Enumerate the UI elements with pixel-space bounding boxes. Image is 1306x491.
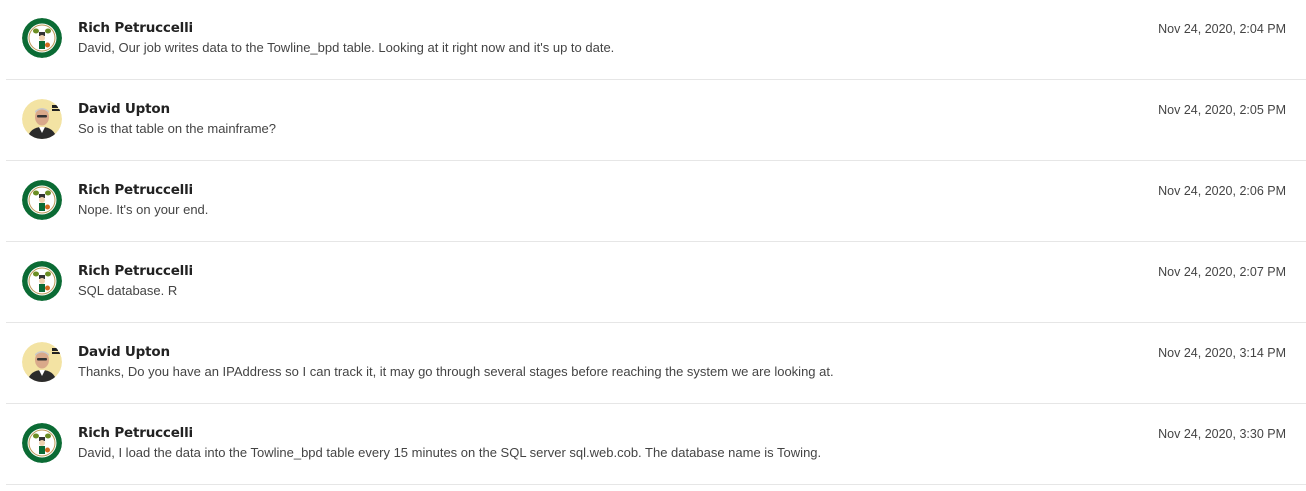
- sender-name[interactable]: David Upton: [78, 101, 170, 117]
- message-thread: Rich Petruccelli David, Our job writes d…: [0, 0, 1306, 491]
- message-text: David, Our job writes data to the Towlin…: [78, 40, 615, 55]
- message-text: David, I load the data into the Towline_…: [78, 445, 822, 460]
- sender-name[interactable]: Rich Petruccelli: [78, 20, 193, 36]
- sender-name[interactable]: Rich Petruccelli: [78, 425, 193, 441]
- sender-name[interactable]: David Upton: [78, 344, 170, 360]
- message-timestamp: Nov 24, 2020, 2:05 PM: [1158, 103, 1286, 117]
- celtics-logo-icon[interactable]: [22, 18, 62, 58]
- celtics-logo-icon[interactable]: [22, 261, 62, 301]
- message-text: Thanks, Do you have an IPAddress so I ca…: [78, 364, 834, 379]
- message-text: So is that table on the mainframe?: [78, 121, 277, 136]
- sender-name[interactable]: Rich Petruccelli: [78, 263, 193, 279]
- message-item: Rich Petruccelli Nope. It's on your end.…: [6, 162, 1306, 242]
- message-timestamp: Nov 24, 2020, 3:30 PM: [1158, 427, 1286, 441]
- message-item: Rich Petruccelli David, I load the data …: [6, 405, 1306, 485]
- message-text: Nope. It's on your end.: [78, 202, 209, 217]
- celtics-logo-icon[interactable]: [22, 180, 62, 220]
- message-item: David Upton Thanks, Do you have an IPAdd…: [6, 324, 1306, 404]
- message-timestamp: Nov 24, 2020, 3:14 PM: [1158, 346, 1286, 360]
- person-photo-icon[interactable]: [22, 99, 62, 139]
- person-photo-icon[interactable]: [22, 342, 62, 382]
- message-item: David Upton So is that table on the main…: [6, 81, 1306, 161]
- message-timestamp: Nov 24, 2020, 2:04 PM: [1158, 22, 1286, 36]
- message-timestamp: Nov 24, 2020, 2:06 PM: [1158, 184, 1286, 198]
- message-item: Rich Petruccelli David, Our job writes d…: [6, 0, 1306, 80]
- message-item: Rich Petruccelli SQL database. R Nov 24,…: [6, 243, 1306, 323]
- message-timestamp: Nov 24, 2020, 2:07 PM: [1158, 265, 1286, 279]
- celtics-logo-icon[interactable]: [22, 423, 62, 463]
- sender-name[interactable]: Rich Petruccelli: [78, 182, 193, 198]
- message-text: SQL database. R: [78, 283, 178, 298]
